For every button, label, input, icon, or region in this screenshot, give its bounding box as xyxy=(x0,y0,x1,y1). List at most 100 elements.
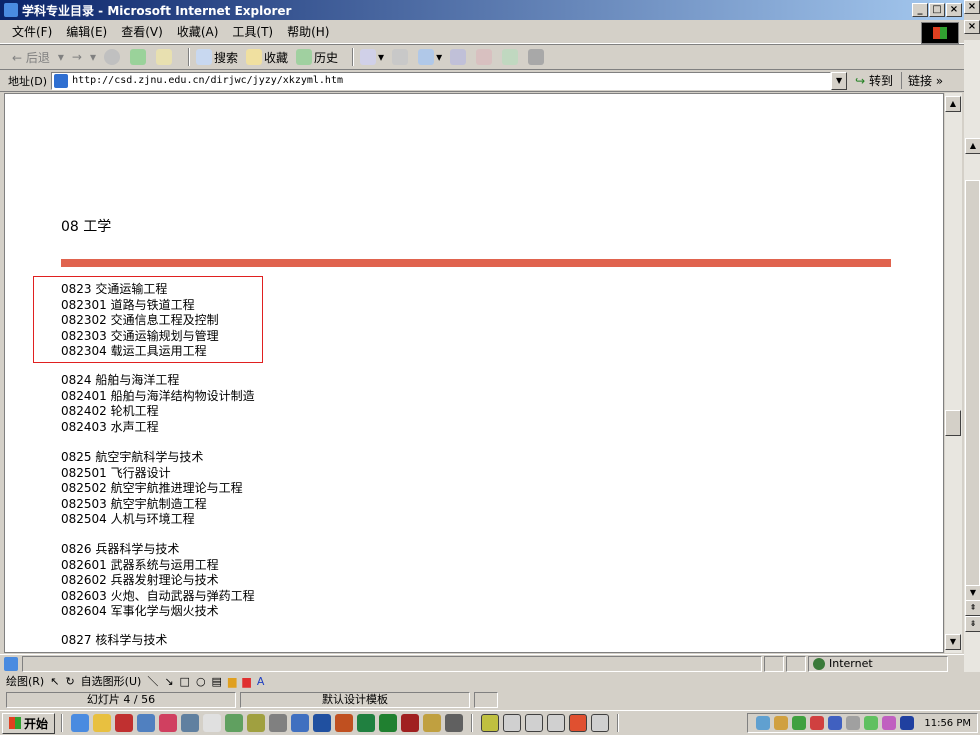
zone-panel: Internet xyxy=(808,655,948,672)
outer-close-button-2[interactable]: × xyxy=(964,20,980,34)
toolbar: ← 后退 ▾ → ▾ 搜索 收藏 历史 ▾ ▾ xyxy=(0,44,964,70)
pen-quicklaunch-icon[interactable] xyxy=(247,714,266,732)
network-quicklaunch-icon[interactable] xyxy=(291,714,310,732)
rotate-icon[interactable]: ↻ xyxy=(65,675,74,688)
select-arrow-icon[interactable]: ↖ xyxy=(50,675,59,688)
oval-icon[interactable]: ○ xyxy=(196,675,206,688)
maximize-button[interactable]: □ xyxy=(929,3,945,17)
media-quicklaunch-icon[interactable] xyxy=(181,714,200,732)
word-quicklaunch-icon[interactable] xyxy=(313,714,332,732)
autoshape-menu[interactable]: 自选图形(U) xyxy=(81,673,142,689)
access-quicklaunch-icon[interactable] xyxy=(401,714,420,732)
menu-file[interactable]: 文件(F) xyxy=(12,23,52,40)
scroll-down-button[interactable]: ▼ xyxy=(945,634,961,650)
scroll-thumb[interactable] xyxy=(945,410,961,436)
tray-icon[interactable] xyxy=(846,716,861,730)
excel-quicklaunch-icon[interactable] xyxy=(379,714,398,732)
fill-color-icon[interactable]: ▆ xyxy=(228,675,236,688)
bg-scroll-down-button[interactable]: ▼ xyxy=(965,585,980,601)
task-window-icon[interactable] xyxy=(547,714,566,732)
desktop-quicklaunch-icon[interactable] xyxy=(137,714,156,732)
messenger-quicklaunch-icon[interactable] xyxy=(159,714,178,732)
forward-dropdown-icon[interactable]: ▾ xyxy=(90,50,96,64)
search-button[interactable]: 搜索 xyxy=(196,49,238,66)
menu-favorites[interactable]: 收藏(A) xyxy=(177,23,219,40)
stop-button[interactable] xyxy=(104,49,122,65)
outer-close-button[interactable]: × xyxy=(964,0,980,14)
task-window-icon[interactable] xyxy=(481,714,500,732)
edit-button[interactable]: ▾ xyxy=(418,49,442,65)
bg-scroll-up-button[interactable]: ▲ xyxy=(965,138,980,154)
tray-icon[interactable] xyxy=(792,716,807,730)
tray-icon[interactable] xyxy=(828,716,843,730)
player-quicklaunch-icon[interactable] xyxy=(203,714,222,732)
history-button[interactable]: 历史 xyxy=(296,49,338,66)
font-color-icon[interactable]: A xyxy=(257,675,265,688)
tool-icon xyxy=(502,49,519,65)
refresh-button[interactable] xyxy=(130,49,148,65)
bg-prev-slide-button[interactable]: ⇞ xyxy=(965,600,980,616)
acrobat-quicklaunch-icon[interactable] xyxy=(115,714,134,732)
line-icon[interactable]: ＼ xyxy=(147,673,158,689)
textbox-icon[interactable]: ▤ xyxy=(212,675,222,688)
discipline-item: 082501 飞行器设计 xyxy=(61,465,171,480)
tray-icon[interactable] xyxy=(864,716,879,730)
minimize-button[interactable]: _ xyxy=(912,3,928,17)
outlook-quicklaunch-icon[interactable] xyxy=(93,714,112,732)
discuss-button[interactable] xyxy=(450,49,468,65)
back-dropdown-icon[interactable]: ▾ xyxy=(58,50,64,64)
close-button[interactable]: × xyxy=(946,3,962,17)
menu-edit[interactable]: 编辑(E) xyxy=(66,23,107,40)
powerpoint-quicklaunch-icon[interactable] xyxy=(335,714,354,732)
address-input[interactable]: http://csd.zjnu.edu.cn/dirjwc/jyzy/xkzym… xyxy=(51,71,832,90)
go-button[interactable]: ↪ 转到 xyxy=(855,72,893,89)
task-window-icon[interactable] xyxy=(569,714,588,732)
media-button[interactable] xyxy=(528,49,546,65)
print-button[interactable] xyxy=(392,49,410,65)
line-color-icon[interactable]: ▆ xyxy=(242,675,250,688)
tool-button[interactable] xyxy=(502,49,520,65)
links-button[interactable]: 链接 » xyxy=(900,72,943,89)
content-scrollbar[interactable] xyxy=(944,93,962,653)
forward-button[interactable]: → xyxy=(72,50,82,64)
task-window-icon[interactable] xyxy=(525,714,544,732)
input-method-icon[interactable] xyxy=(900,716,915,730)
scroll-up-button[interactable]: ▲ xyxy=(945,96,961,112)
app-quicklaunch-icon[interactable] xyxy=(357,714,376,732)
tray-icon[interactable] xyxy=(810,716,825,730)
address-label: 地址(D) xyxy=(8,74,48,88)
tools-quicklaunch-icon[interactable] xyxy=(225,714,244,732)
messenger-button[interactable] xyxy=(476,49,494,65)
mail-button[interactable]: ▾ xyxy=(360,49,384,65)
arrow-icon[interactable]: ↘ xyxy=(164,675,173,688)
clock: 11:56 PM xyxy=(924,717,971,729)
draw-menu[interactable]: 绘图(R) xyxy=(6,673,44,689)
media-icon xyxy=(528,49,545,65)
favorites-button[interactable]: 收藏 xyxy=(246,49,288,66)
menu-tools[interactable]: 工具(T) xyxy=(232,23,273,40)
tray-icon[interactable] xyxy=(774,716,789,730)
rectangle-icon[interactable]: □ xyxy=(180,675,190,688)
bg-scroll-thumb[interactable] xyxy=(965,180,980,600)
task-window-icon[interactable] xyxy=(591,714,610,732)
messenger-icon xyxy=(476,49,493,65)
start-button[interactable]: 开始 xyxy=(2,712,56,734)
address-bar: 地址(D) http://csd.zjnu.edu.cn/dirjwc/jyzy… xyxy=(0,70,964,92)
sound-quicklaunch-icon[interactable] xyxy=(269,714,288,732)
ie-quicklaunch-icon[interactable] xyxy=(71,714,90,732)
clock-quicklaunch-icon[interactable] xyxy=(423,714,442,732)
home-button[interactable] xyxy=(156,49,174,65)
menu-help[interactable]: 帮助(H) xyxy=(287,23,329,40)
bg-next-slide-button[interactable]: ⇟ xyxy=(965,616,980,632)
task-window-icon[interactable] xyxy=(503,714,522,732)
zone-label: Internet xyxy=(829,657,873,670)
address-dropdown-button[interactable]: ▼ xyxy=(831,71,848,90)
tool2-quicklaunch-icon[interactable] xyxy=(445,714,464,732)
tray-icon[interactable] xyxy=(882,716,897,730)
back-button[interactable]: ← 后退 xyxy=(12,49,50,66)
tray-icon[interactable] xyxy=(756,716,771,730)
toolbar-separator xyxy=(352,48,355,66)
page-icon xyxy=(54,73,69,88)
windows-logo-icon xyxy=(921,22,959,44)
menu-view[interactable]: 查看(V) xyxy=(121,23,163,40)
